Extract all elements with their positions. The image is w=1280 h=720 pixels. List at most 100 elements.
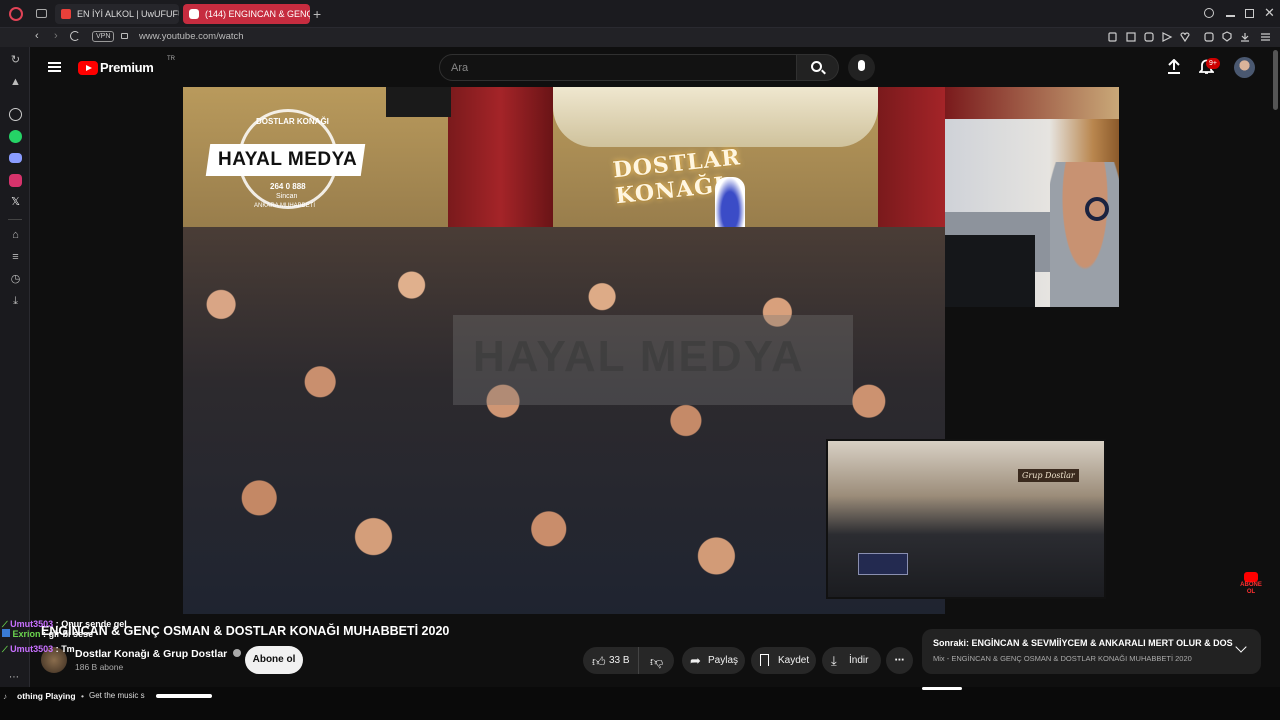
youtube-header: Premium TR Ara 9+	[30, 47, 1280, 87]
menu-icon	[1261, 33, 1270, 41]
logo-ring-top-text: DOSTLAR KONAĞI	[256, 117, 329, 126]
heart-icon	[1180, 32, 1190, 43]
uwufufu-favicon-icon	[61, 9, 71, 19]
webcam-person	[1050, 162, 1119, 307]
now-playing-progress	[156, 694, 212, 698]
aria-icon[interactable]: ▲	[9, 76, 22, 89]
tabs-icon[interactable]: ≡	[9, 251, 22, 264]
upload-icon[interactable]	[1167, 59, 1181, 75]
bookmark-icon	[760, 654, 769, 666]
webcam-overlay	[945, 87, 1119, 307]
now-playing-text: Get the music s	[89, 691, 145, 700]
notification-count-badge: 9+	[1206, 58, 1220, 69]
url-field[interactable]: www.youtube.com/watch	[139, 31, 244, 42]
tab-overview-icon[interactable]	[36, 9, 47, 18]
webcam-top-strip	[945, 87, 1119, 119]
whatsapp-icon[interactable]	[9, 130, 22, 143]
up-next-title: Sonraki: ENGİNCAN & SEVMİİYCEM & ANKARAL…	[933, 638, 1233, 648]
hamburger-menu-icon[interactable]	[48, 62, 61, 72]
share-label: Paylaş	[708, 655, 739, 666]
snapshot-icon	[1126, 32, 1136, 42]
x-twitter-icon[interactable]: 𝕏	[9, 196, 22, 209]
wallet-icon	[1222, 31, 1232, 42]
tab-label: (144) ENGINCAN & GENÇ O	[205, 9, 310, 19]
chat-separator: :	[55, 644, 59, 654]
browser-sidebar: ↻ ▲ 𝕏 ⌂ ≡ ◷ ⤓	[0, 47, 30, 687]
shield-icon	[1144, 32, 1154, 42]
chat-username: Exrion	[12, 629, 41, 639]
now-playing-bullet: •	[81, 691, 84, 701]
pinboard-icon[interactable]: ⌂	[9, 229, 22, 242]
chat-message: Tm	[61, 644, 75, 654]
abone-ol-badge: ABONE OL	[1238, 572, 1264, 598]
back-icon[interactable]: ‹	[35, 30, 39, 42]
opera-logo-icon[interactable]	[9, 7, 23, 21]
save-label: Kaydet	[778, 655, 810, 666]
search-placeholder: Ara	[451, 62, 469, 74]
share-button[interactable]: ➦ Paylaş	[682, 647, 745, 674]
subscriber-count: 186 B abone	[75, 662, 124, 672]
search-button[interactable]	[797, 54, 839, 81]
voice-search-button[interactable]	[848, 54, 875, 81]
download-button[interactable]: ⤓ İndir	[822, 647, 881, 674]
sidebar-more-dots-icon[interactable]: ⋯	[9, 672, 19, 683]
new-tab-plus-icon[interactable]: +	[313, 7, 325, 21]
discord-icon[interactable]	[9, 153, 22, 163]
pin-icon	[1108, 32, 1117, 42]
now-playing-status: othing Playing	[17, 691, 76, 701]
chat-user-icon	[2, 629, 10, 637]
download-icon: ⤓	[831, 653, 837, 668]
more-actions-button[interactable]: ⋯	[886, 647, 913, 674]
dislike-button[interactable]: 👎︎	[640, 647, 674, 674]
chat-username: Umut3503	[10, 644, 54, 654]
chat-user-icon: ⟋	[2, 645, 8, 654]
like-dislike-group: 👍︎ 33 B 👎︎	[583, 647, 674, 674]
restore-icon[interactable]	[1245, 9, 1254, 18]
tab-uwufufu[interactable]: EN İYİ ALKOL | UwUFUFU	[55, 4, 179, 24]
reload-icon[interactable]	[70, 31, 80, 41]
tab-search-icon[interactable]	[1204, 8, 1214, 18]
search-input[interactable]: Ara	[439, 54, 797, 81]
watermark-overlay-text: HAYAL MEDYA	[473, 332, 805, 381]
up-next-subtitle: Mix - ENGİNCAN & GENÇ OSMAN & DOSTLAR KO…	[933, 654, 1192, 663]
logo-ring-bottom-text: ANKARA MUHABBETİ	[254, 203, 316, 209]
thumbs-up-icon: 👍︎	[592, 654, 606, 669]
scrollbar[interactable]	[1273, 50, 1278, 110]
instagram-icon[interactable]	[9, 174, 22, 187]
forward-icon[interactable]: ›	[54, 30, 58, 42]
downloads-icon[interactable]: ⤓	[9, 295, 22, 308]
chat-overlay: ⟋ Umut3503 : Onur sende gel Exrion : gir…	[2, 616, 182, 658]
microphone-icon	[858, 60, 865, 71]
close-window-icon[interactable]: ✕	[1264, 6, 1276, 20]
toolbar-icons	[1105, 31, 1275, 43]
chat-line: ⟋ Umut3503 : Tm	[2, 641, 182, 658]
now-playing-bar: ♪ othing Playing • Get the music s	[0, 687, 1280, 720]
chatgpt-icon[interactable]	[9, 108, 22, 121]
extensions-icon	[1204, 32, 1214, 42]
abone-badge-text: ABONE OL	[1240, 582, 1262, 595]
player-icon	[1162, 32, 1173, 42]
vpn-badge[interactable]: VPN	[92, 31, 115, 42]
download-label: İndir	[849, 655, 869, 666]
clock-icon[interactable]: ◷	[9, 273, 22, 286]
save-button[interactable]: Kaydet	[751, 647, 816, 674]
verified-icon	[233, 649, 242, 657]
like-button[interactable]: 👍︎ 33 B	[583, 647, 639, 674]
tab-youtube-active[interactable]: (144) ENGINCAN & GENÇ O	[183, 4, 310, 24]
up-next-panel[interactable]: Sonraki: ENGİNCAN & SEVMİİYCEM & ANKARAL…	[922, 629, 1261, 674]
browser-tab-bar: EN İYİ ALKOL | UwUFUFU (144) ENGINCAN & …	[0, 0, 1280, 28]
avatar[interactable]	[1234, 57, 1255, 78]
minimize-icon[interactable]	[1226, 15, 1235, 17]
inset-video: Grup Dostlar	[826, 439, 1106, 599]
share-icon: ➦	[690, 653, 701, 668]
player-progress-stub	[922, 687, 962, 690]
logo-city: Sincan	[276, 193, 298, 200]
download-icon	[1241, 33, 1249, 42]
headphones-icon	[1085, 197, 1109, 221]
logo-title: HAYAL MEDYA	[218, 149, 358, 170]
chevron-down-icon[interactable]	[1235, 641, 1247, 653]
subscribe-button[interactable]: Abone ol	[245, 646, 303, 674]
chat-message: gir bi sese	[48, 629, 94, 639]
history-icon[interactable]: ↻	[9, 54, 22, 67]
lock-icon	[121, 33, 128, 39]
